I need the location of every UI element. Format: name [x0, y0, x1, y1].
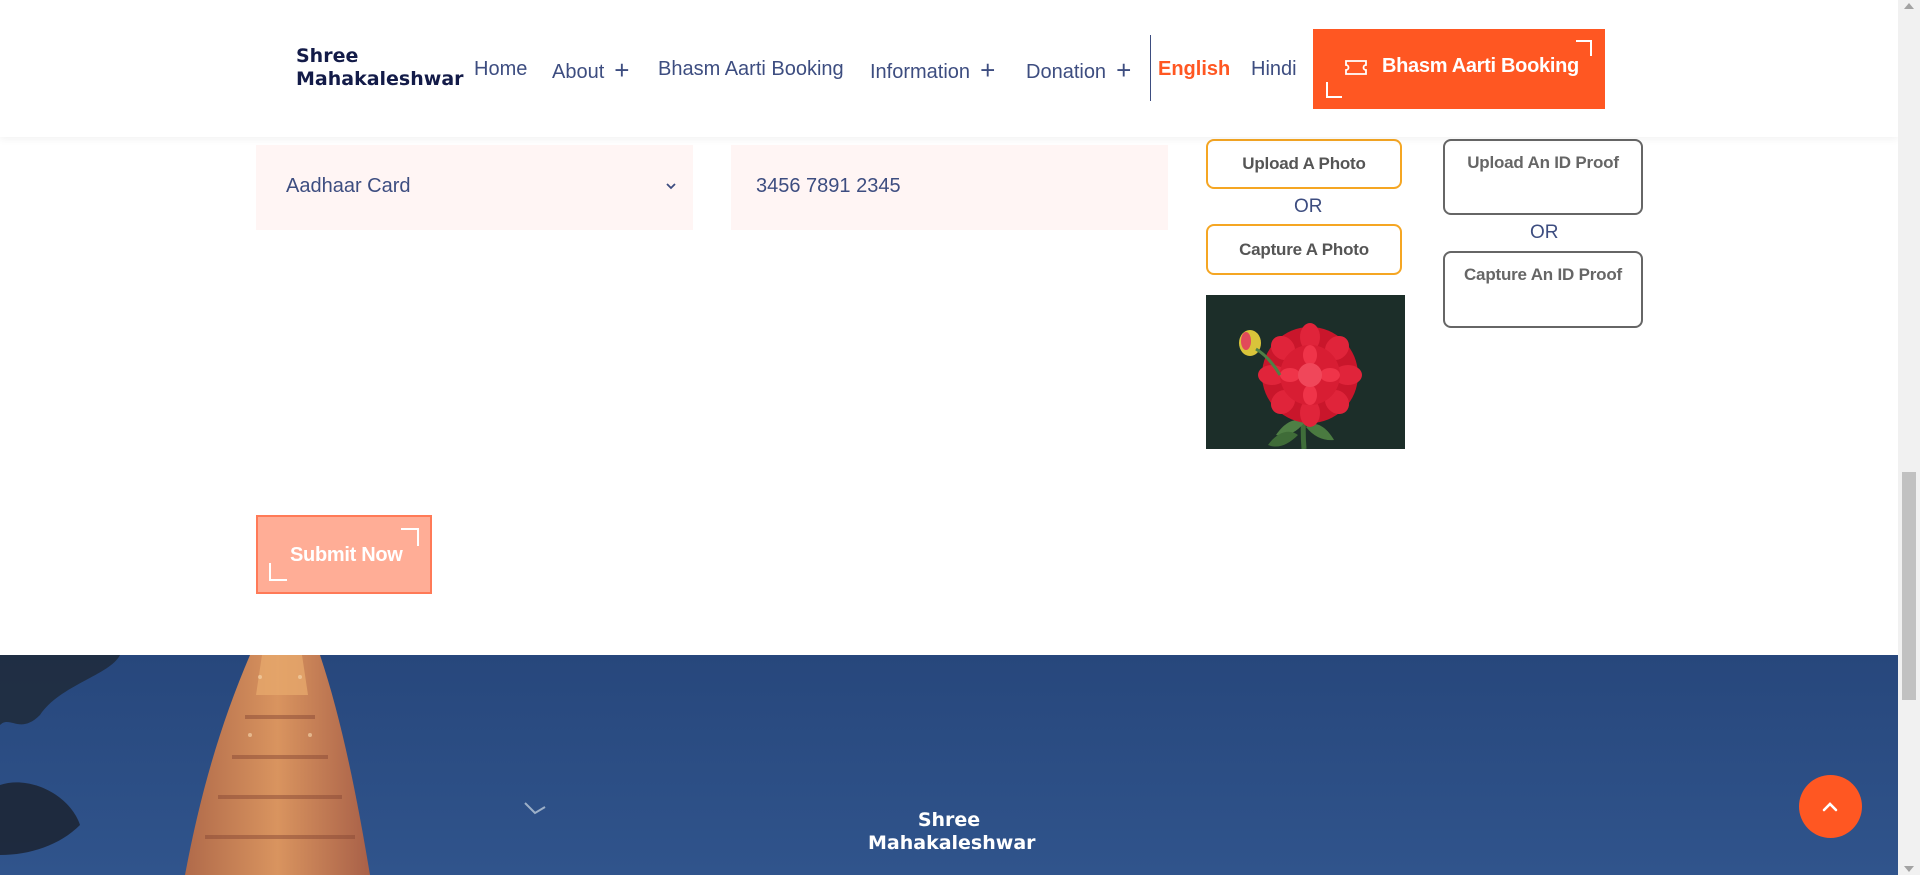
nav-bhasm-aarti-booking[interactable]: Bhasm Aarti Booking — [658, 55, 844, 83]
scroll-down-arrow[interactable] — [1904, 866, 1914, 872]
booking-button-label: Bhasm Aarti Booking — [1382, 55, 1579, 77]
bhasm-aarti-booking-button[interactable]: Bhasm Aarti Booking — [1313, 29, 1605, 109]
flower-image — [1206, 295, 1405, 449]
footer-logo-line-1: Shree — [917, 809, 981, 831]
chevron-down-icon — [666, 183, 676, 190]
site-footer: Shree Mahakaleshwar — [0, 655, 1898, 875]
capture-id-proof-button[interactable]: Capture An ID Proof — [1443, 251, 1643, 328]
scrollbar-thumb[interactable] — [1902, 472, 1916, 700]
scroll-up-arrow[interactable] — [1904, 3, 1914, 9]
or-label: OR — [1530, 222, 1559, 243]
upload-photo-button[interactable]: Upload A Photo — [1206, 139, 1402, 189]
lang-hindi[interactable]: Hindi — [1251, 55, 1297, 83]
corner-accent — [269, 563, 287, 581]
or-label: OR — [1294, 196, 1323, 217]
logo-line-2: Mahakaleshwar — [296, 68, 464, 90]
corner-accent — [401, 528, 419, 546]
id-type-select[interactable]: Aadhaar Card — [256, 145, 693, 230]
page: Shree Mahakaleshwar Home About + Bhasm Aa… — [0, 0, 1898, 875]
site-header: Shree Mahakaleshwar Home About + Bhasm Aa… — [0, 0, 1898, 137]
corner-accent — [1326, 82, 1342, 98]
ticket-icon — [1345, 60, 1367, 75]
nav-home[interactable]: Home — [474, 55, 527, 83]
lang-english[interactable]: English — [1158, 55, 1230, 83]
id-number-field[interactable]: 3456 7891 2345 — [731, 145, 1168, 230]
footer-logo-line-2: Mahakaleshwar — [868, 832, 1036, 854]
capture-photo-button[interactable]: Capture A Photo — [1206, 224, 1402, 275]
nav-bhasm-aarti-label: Bhasm Aarti Booking — [658, 58, 844, 80]
upload-id-proof-button[interactable]: Upload An ID Proof — [1443, 139, 1643, 215]
logo-line-1: Shree — [296, 45, 359, 67]
submit-button-label: Submit Now — [290, 544, 403, 566]
nav-donation-label: Donation — [1026, 61, 1107, 83]
id-number-value: 3456 7891 2345 — [756, 175, 901, 197]
corner-accent — [1576, 40, 1592, 56]
plus-icon[interactable]: + — [1116, 55, 1131, 85]
plus-icon[interactable]: + — [980, 55, 995, 85]
id-type-value: Aadhaar Card — [286, 175, 411, 197]
footer-logo[interactable]: Shree Mahakaleshwar — [868, 809, 1036, 855]
plus-icon[interactable]: + — [614, 55, 629, 85]
page-scrollbar[interactable] — [1898, 0, 1920, 875]
nav-information[interactable]: Information + — [870, 55, 995, 86]
scroll-to-top-button[interactable] — [1799, 775, 1862, 838]
nav-information-label: Information — [870, 61, 971, 83]
nav-donation[interactable]: Donation + — [1026, 55, 1131, 86]
chevron-up-icon — [1822, 802, 1838, 812]
nav-divider — [1150, 35, 1151, 101]
nav-about[interactable]: About + — [552, 55, 629, 86]
site-logo[interactable]: Shree Mahakaleshwar — [296, 45, 464, 91]
submit-button[interactable]: Submit Now — [256, 515, 432, 594]
nav-about-label: About — [552, 61, 605, 83]
uploaded-photo-preview — [1206, 295, 1405, 449]
nav-home-label: Home — [474, 58, 528, 80]
